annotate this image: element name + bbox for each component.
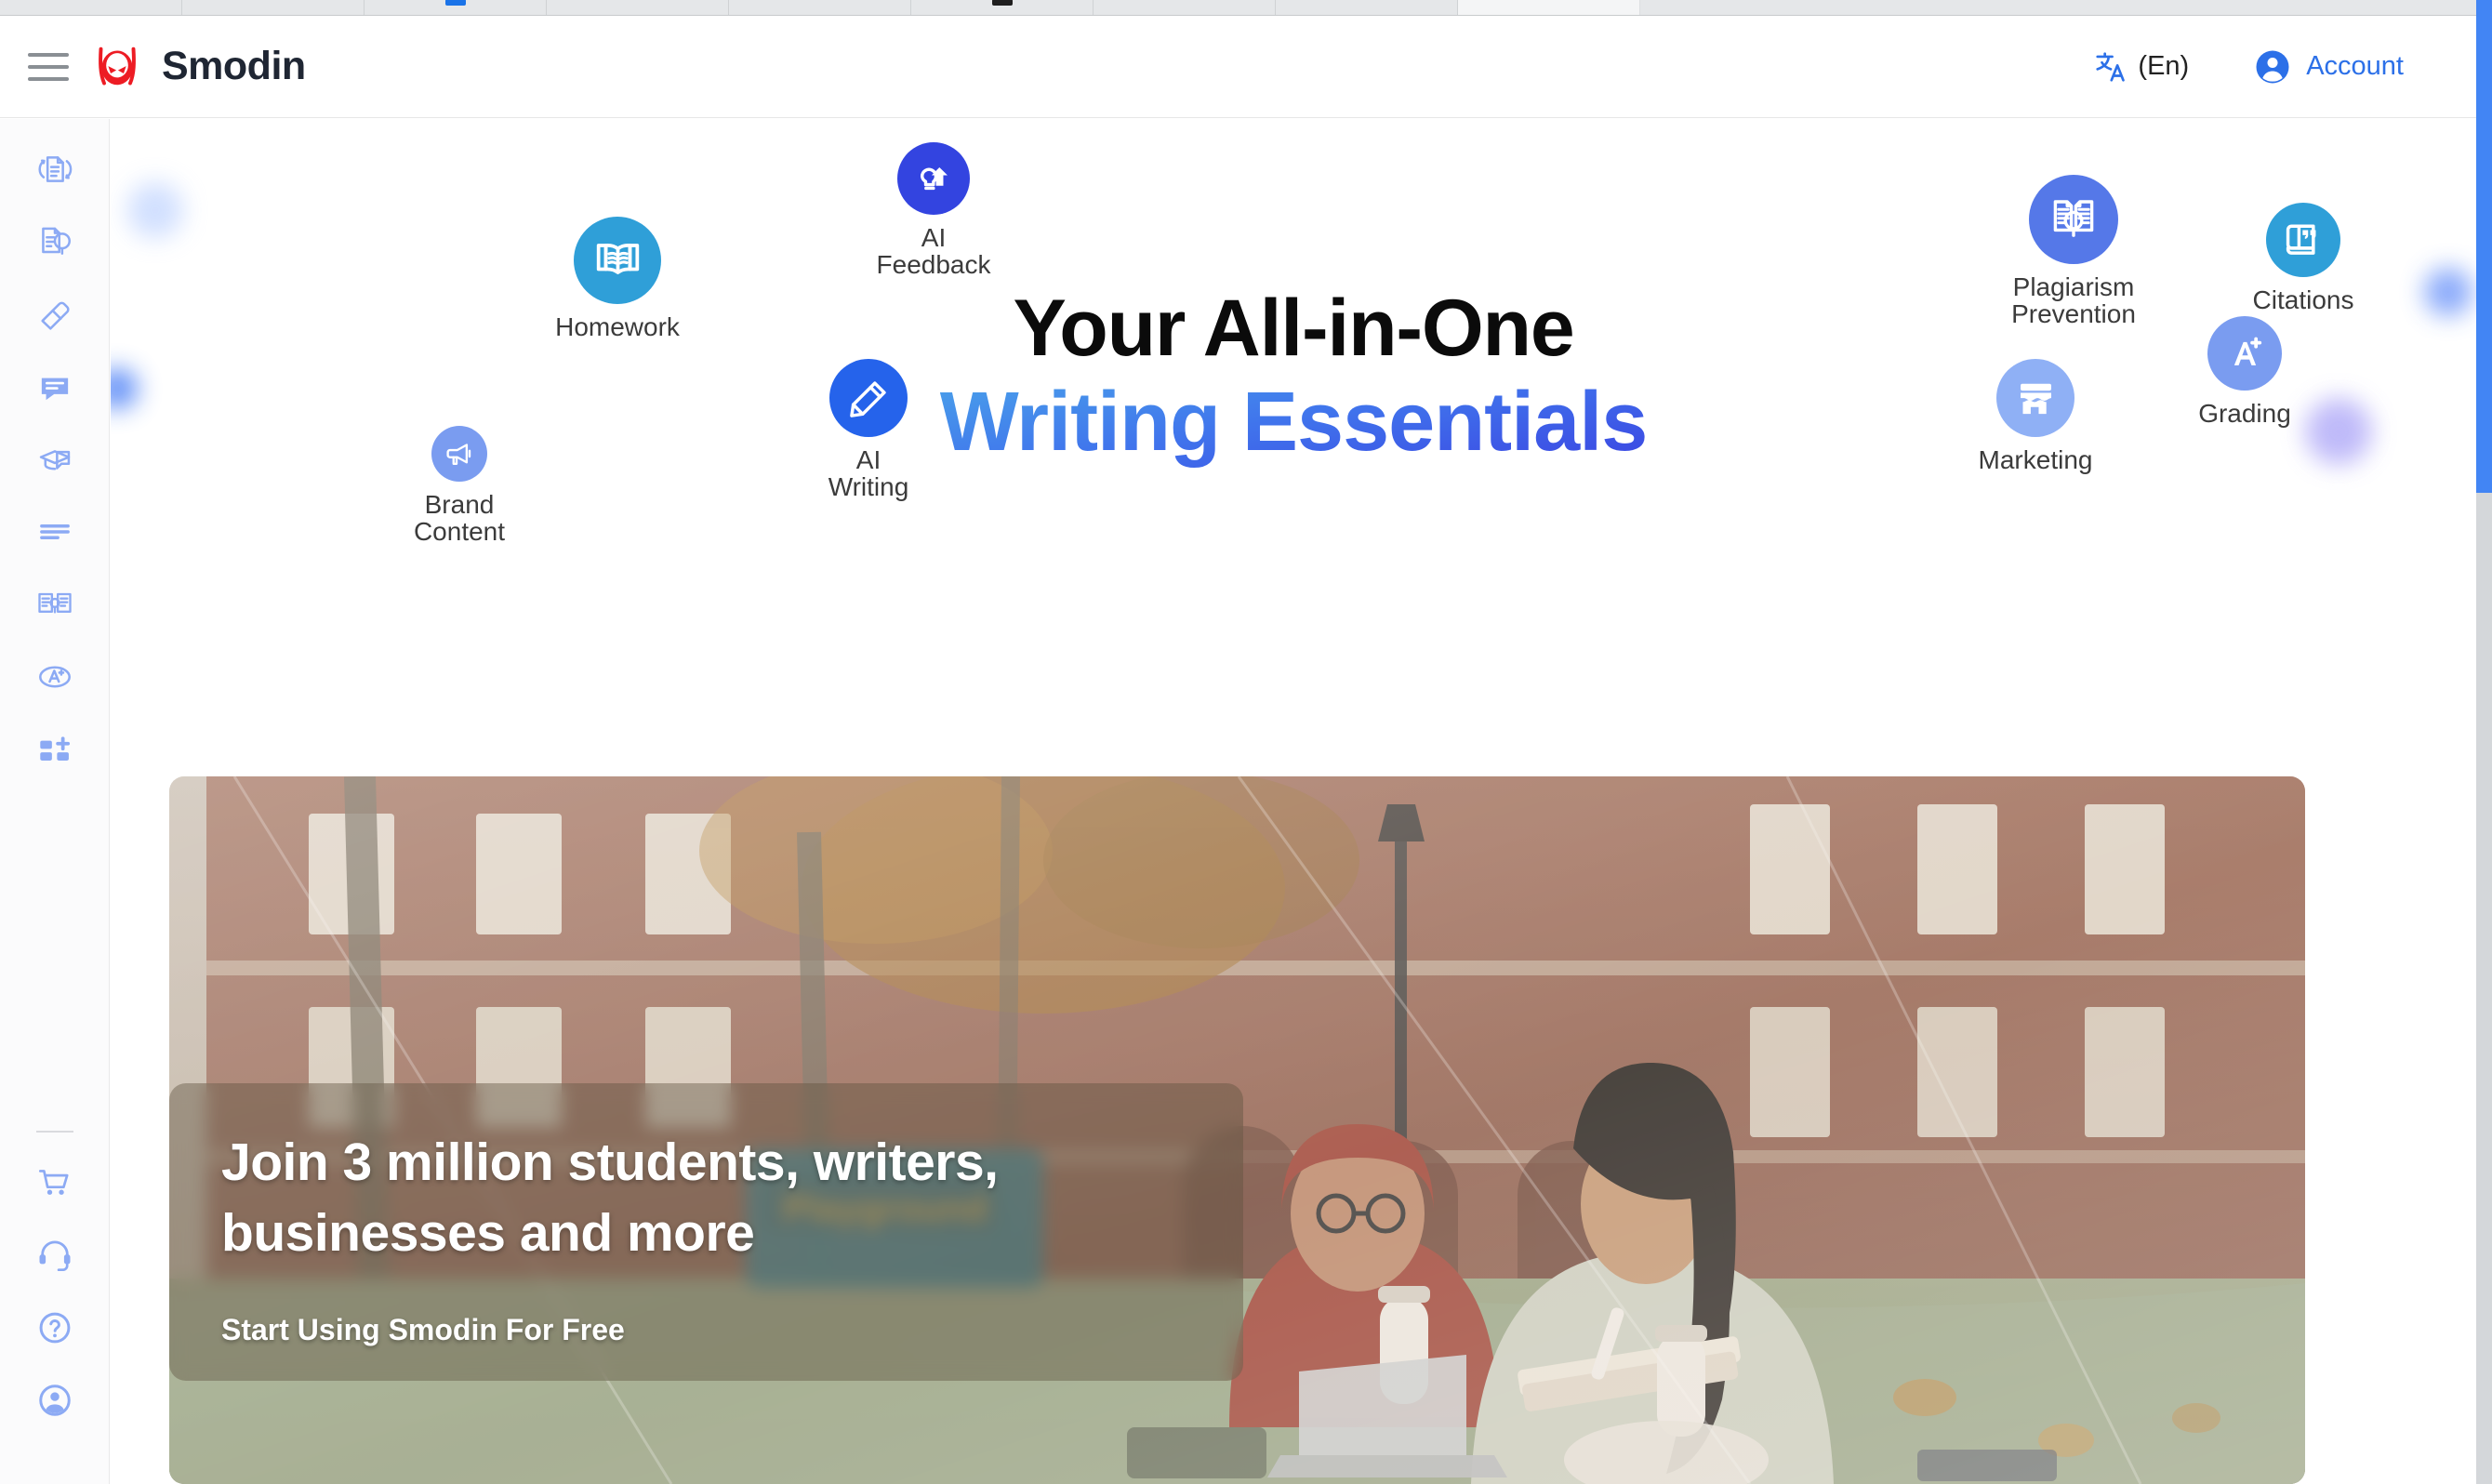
smodin-logo-icon — [99, 46, 136, 85]
feature-label: AI Writing — [828, 445, 909, 501]
pencil-icon — [829, 359, 908, 437]
feature-label: Citations — [2252, 285, 2354, 314]
sidebar-item-support[interactable] — [24, 1231, 86, 1279]
feature-tile[interactable]: Marketing — [1947, 359, 2124, 474]
language-switcher[interactable]: (En) — [2093, 49, 2189, 85]
person-circle-icon — [38, 1385, 71, 1416]
document-rewrite-icon — [37, 156, 72, 182]
feature-tile[interactable]: Plagiarism Prevention — [1985, 175, 2162, 327]
sidebar-item-plagiarism-checker[interactable] — [24, 218, 86, 266]
feature-tile[interactable]: Grading — [2156, 316, 2333, 428]
sidebar-item-summarizer[interactable] — [24, 508, 86, 556]
hero-title-line2: Writing Essentials — [940, 373, 1649, 471]
a-plus-grade-icon — [2207, 316, 2282, 391]
feature-label: Homework — [555, 312, 680, 341]
browser-tab[interactable] — [365, 0, 547, 15]
account-label: Account — [2306, 51, 2404, 81]
hamburger-menu-icon[interactable] — [28, 52, 69, 81]
decorative-blob — [127, 182, 183, 238]
sidebar-item-chat[interactable] — [24, 363, 86, 411]
left-icon-rail — [0, 119, 110, 1484]
open-books-icon — [37, 592, 72, 614]
sidebar-item-rewriter[interactable] — [24, 145, 86, 193]
sidebar-divider — [35, 1131, 73, 1133]
sidebar-item-profile[interactable] — [24, 1376, 86, 1424]
headset-icon — [39, 1240, 70, 1272]
lightbulb-arrow-up-icon — [897, 142, 970, 215]
brand[interactable]: Smodin — [91, 41, 306, 93]
tab-favicon-icon — [991, 0, 1013, 6]
feature-tile[interactable]: Brand Content — [371, 426, 548, 545]
feature-tile[interactable]: AI Feedback — [845, 142, 1022, 278]
browser-tab[interactable] — [182, 0, 365, 15]
sidebar-item-help[interactable] — [24, 1304, 86, 1352]
add-grid-icon — [39, 736, 70, 761]
megaphone-icon — [431, 426, 487, 482]
feature-label: AI Feedback — [876, 223, 991, 279]
page-scrollbar-thumb[interactable] — [2476, 0, 2492, 493]
question-circle-icon — [39, 1312, 70, 1344]
chat-bubble-icon — [41, 378, 68, 401]
browser-tab[interactable] — [1276, 0, 1458, 15]
feature-label: Brand Content — [413, 490, 506, 546]
shopping-cart-icon — [38, 1170, 69, 1195]
documents-magnifier-icon — [2029, 175, 2118, 264]
open-book-icon — [574, 217, 661, 304]
decorative-blob — [111, 368, 138, 409]
text-lines-icon — [39, 523, 70, 540]
a-plus-icon — [38, 666, 71, 688]
feature-label: Plagiarism Prevention — [2011, 272, 2136, 328]
sidebar-item-pricing[interactable] — [24, 1159, 86, 1207]
browser-tab[interactable] — [1458, 0, 1640, 15]
sidebar-item-homework-helper[interactable] — [24, 435, 86, 484]
translate-icon — [2096, 51, 2126, 82]
feature-label: Marketing — [1978, 445, 2093, 474]
feature-tile[interactable]: Citations — [2215, 203, 2392, 314]
promo-banner[interactable]: Playground — [169, 776, 2305, 1484]
sidebar-item-more-tools[interactable] — [24, 725, 86, 774]
app-header: Smodin (En) Account — [0, 16, 2476, 118]
document-search-icon — [41, 227, 71, 255]
browser-tab[interactable] — [547, 0, 729, 15]
tab-favicon-icon — [444, 0, 466, 6]
feature-label: Grading — [2198, 399, 2291, 428]
sidebar-item-citations[interactable] — [24, 580, 86, 629]
feature-tile[interactable]: Homework — [529, 217, 706, 341]
brand-name: Smodin — [162, 44, 306, 88]
browser-tab[interactable] — [911, 0, 1094, 15]
browser-tab[interactable] — [729, 0, 911, 15]
decorative-blob — [2424, 268, 2472, 316]
sidebar-item-ai-content-remover[interactable] — [24, 290, 86, 338]
browser-tab-strip — [0, 0, 2492, 16]
banner-text-overlay: Join 3 million students, writers, busine… — [169, 1083, 1243, 1381]
storefront-icon — [1996, 359, 2074, 437]
graduation-cap-icon — [39, 450, 70, 470]
sidebar-item-grader[interactable] — [24, 653, 86, 701]
banner-cta-link[interactable]: Start Using Smodin For Free — [221, 1313, 625, 1347]
account-circle-icon — [2256, 50, 2289, 83]
browser-tab[interactable] — [0, 0, 182, 15]
browser-tab[interactable] — [1094, 0, 1276, 15]
banner-heading: Join 3 million students, writers, busine… — [221, 1133, 999, 1263]
feature-tile[interactable]: AI Writing — [780, 359, 957, 500]
header-actions: (En) Account — [2093, 48, 2476, 86]
account-button[interactable]: Account — [2254, 48, 2404, 86]
book-quote-icon — [2266, 203, 2340, 277]
eraser-icon — [40, 301, 70, 330]
hero-section: AI Feedback Homework Brand Content AI Writi… — [111, 119, 2476, 781]
language-label: (En) — [2138, 51, 2190, 81]
